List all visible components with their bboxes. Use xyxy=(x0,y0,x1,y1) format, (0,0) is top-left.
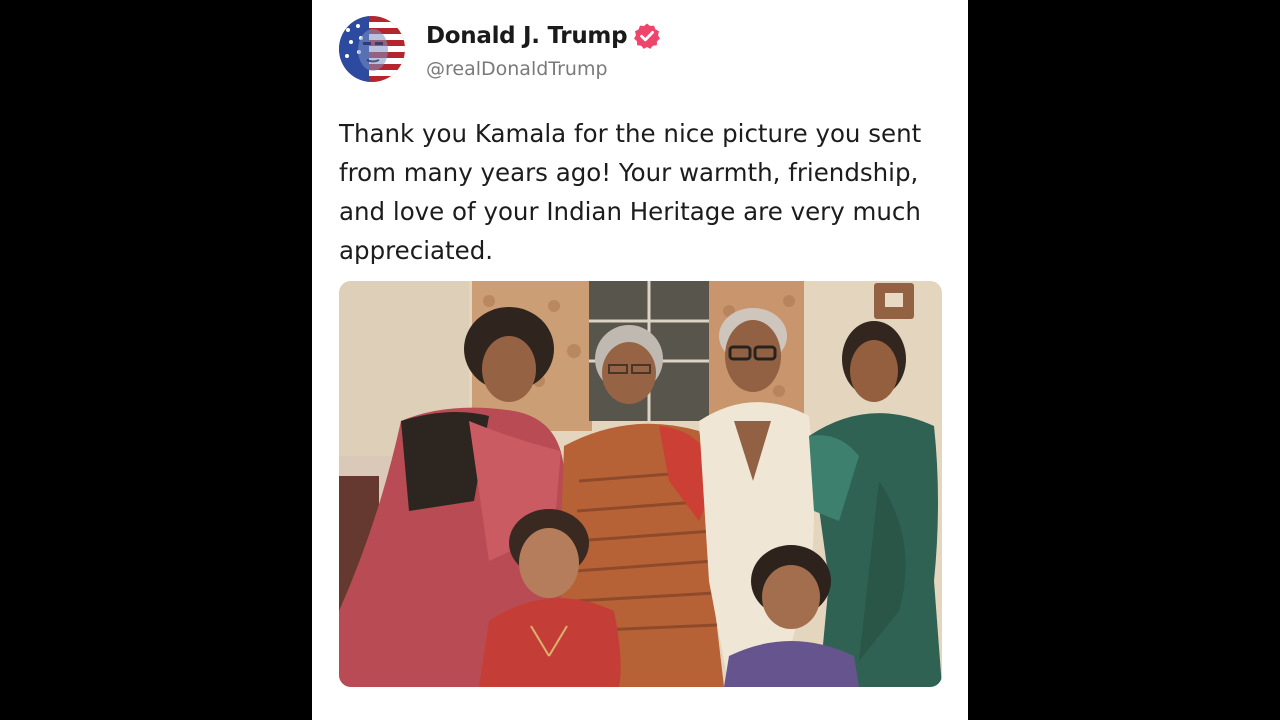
verified-badge-icon xyxy=(634,23,661,49)
author-name-row: Donald J. Trump xyxy=(426,22,661,50)
author-display-name[interactable]: Donald J. Trump xyxy=(426,23,628,49)
flag-avatar-icon xyxy=(339,16,405,82)
post-card: Donald J. Trump @realDonaldTrump Thank y… xyxy=(312,0,968,720)
post-text: Thank you Kamala for the nice picture yo… xyxy=(339,119,922,265)
author-avatar[interactable] xyxy=(339,16,405,82)
family-photo-image xyxy=(339,281,942,687)
attached-family-photo[interactable] xyxy=(339,281,942,687)
author-handle[interactable]: @realDonaldTrump xyxy=(426,58,608,80)
